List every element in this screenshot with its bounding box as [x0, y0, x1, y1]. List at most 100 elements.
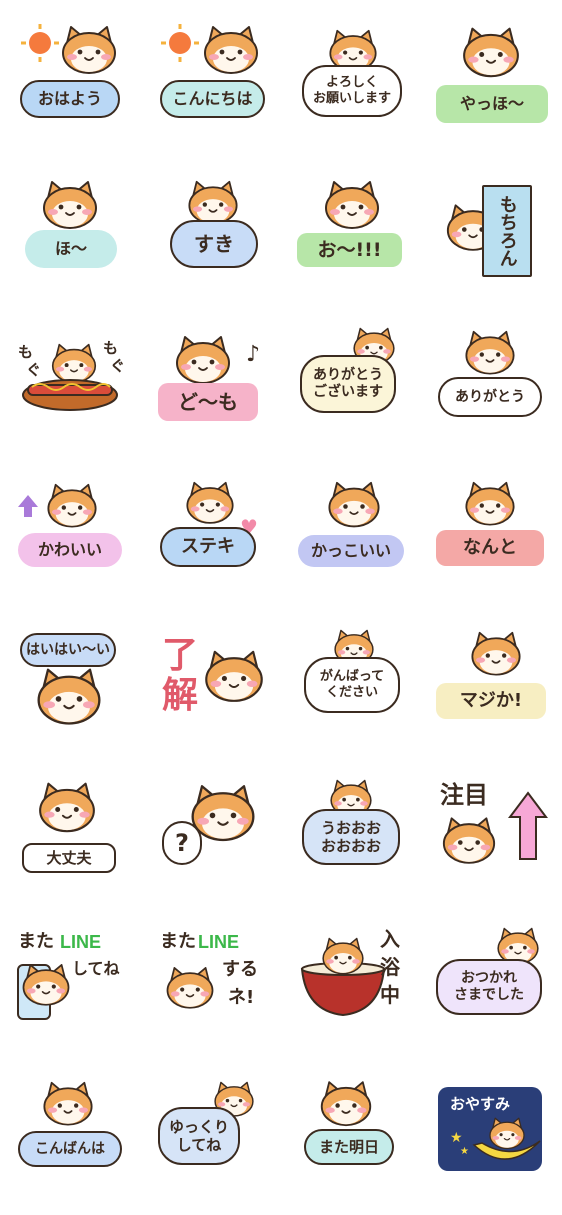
sticker-kawaii[interactable]: かわいい: [0, 465, 140, 615]
ryou-text: 了: [162, 635, 199, 676]
sticker-ryoukai[interactable]: 了 解: [140, 615, 280, 765]
sticker-label: ありがとう ございます: [300, 355, 396, 413]
sticker-mata-line-shitene[interactable]: また LINE してね: [0, 915, 140, 1065]
sticker-yoroshiku[interactable]: よろしく お願いします: [282, 15, 422, 165]
chuumoku-text: 注目: [440, 781, 488, 809]
mogu-text: も: [103, 339, 119, 357]
sticker-konnichiwa[interactable]: こんにちは: [140, 15, 280, 165]
shiba-dog-icon: [460, 330, 520, 380]
sticker-label: なんと: [436, 530, 544, 566]
sticker-label: おやすみ: [450, 1095, 511, 1113]
shiba-dog-icon: [38, 1081, 98, 1131]
sticker-ohayou[interactable]: おはよう: [0, 15, 140, 165]
sticker-label: こんにちは: [160, 80, 265, 118]
sticker-oyasumi[interactable]: おやすみ ★ ★: [422, 1065, 562, 1215]
shiba-dog-icon: [20, 963, 72, 1011]
sticker-label: かっこいい: [298, 535, 404, 567]
sticker-uooo[interactable]: うおおお おおおお: [282, 765, 422, 915]
kai-text: 解: [162, 675, 199, 716]
nyuu-text: 入: [380, 927, 400, 951]
sticker-haihai[interactable]: はいはい〜い: [0, 615, 140, 765]
mogu-text: も: [18, 343, 34, 361]
ne-text: ネ!: [228, 987, 255, 1008]
sticker-label: ステキ: [160, 527, 256, 567]
sticker-label: かわいい: [18, 533, 122, 567]
sticker-label: すき: [170, 220, 258, 268]
sticker-mogumogu[interactable]: も ぐ も ぐ: [0, 315, 140, 465]
shiba-dog-icon: [440, 813, 498, 873]
sticker-chuumoku[interactable]: 注目: [422, 765, 562, 915]
shiba-dog-icon: [58, 25, 120, 80]
mata-text: また: [160, 931, 196, 952]
sticker-yukkuri-shitene[interactable]: ゆっくり してね: [140, 1065, 280, 1215]
suru-text: する: [222, 959, 258, 980]
sun-icon: [21, 24, 59, 62]
shiba-dog-icon: [318, 937, 368, 979]
line-text: LINE: [198, 932, 240, 952]
shiba-dog-icon: [484, 1117, 530, 1153]
shiba-dog-icon: [42, 483, 102, 533]
sticker-label: ほ〜: [25, 230, 117, 268]
sticker-majika[interactable]: マジか!: [422, 615, 562, 765]
mata-text: また: [18, 931, 54, 952]
sticker-arigatou-gozaimasu[interactable]: ありがとう ございます: [282, 315, 422, 465]
sticker-suteki[interactable]: ♥ ステキ: [140, 465, 280, 615]
sticker-hoo[interactable]: ほ〜: [0, 165, 140, 315]
sun-icon: [161, 24, 199, 62]
shiba-dog-icon: [322, 180, 382, 235]
shiba-dog-icon: [34, 667, 104, 732]
sticker-ganbatte[interactable]: がんばって ください: [282, 615, 422, 765]
sticker-label: ど〜も: [158, 383, 258, 421]
sticker-question[interactable]: ?: [140, 765, 280, 915]
sticker-arigatou[interactable]: ありがとう: [422, 315, 562, 465]
sticker-kakkoii[interactable]: かっこいい: [282, 465, 422, 615]
shiba-dog-icon: [324, 481, 384, 533]
shiba-dog-icon: [318, 1079, 374, 1133]
sticker-mata-line-suru-ne[interactable]: また LINE する ネ!: [140, 915, 280, 1065]
sticker-label: おつかれ さまでした: [436, 959, 542, 1015]
shiba-dog-icon: [172, 335, 234, 390]
shiba-dog-icon: [202, 639, 266, 719]
sticker-daijoubu[interactable]: 大丈夫: [0, 765, 140, 915]
sticker-yahho[interactable]: やっほ〜: [422, 15, 562, 165]
sticker-nanto[interactable]: なんと: [422, 465, 562, 615]
arrow-up-icon: [508, 791, 548, 860]
yoku-text: 浴: [380, 955, 400, 979]
sticker-label: 大丈夫: [22, 843, 116, 873]
sticker-suki[interactable]: すき: [140, 165, 280, 315]
sticker-label: マジか!: [436, 683, 546, 719]
shitene-text: してね: [72, 959, 120, 978]
sticker-grid: おはよう こんにちは よろしく お願いします やっほ〜 ほ〜 すき お〜!!! …: [0, 0, 562, 1200]
sticker-label: もちろん: [482, 185, 532, 277]
sticker-label: やっほ〜: [436, 85, 548, 123]
sticker-label: はいはい〜い: [20, 633, 116, 667]
hotdog-icon: [22, 379, 118, 411]
shiba-dog-icon: [40, 180, 100, 235]
sticker-label: よろしく お願いします: [302, 65, 402, 117]
arrow-up-icon: [18, 495, 38, 517]
star-icon: ★: [460, 1146, 469, 1157]
sticker-label: お〜!!!: [297, 233, 402, 267]
sticker-mochiron[interactable]: もちろん: [422, 165, 562, 315]
shiba-dog-icon: [460, 25, 522, 85]
shiba-dog-icon: [200, 25, 262, 80]
line-text: LINE: [60, 932, 102, 952]
shiba-dog-icon: [462, 481, 518, 531]
sticker-label: おはよう: [20, 80, 120, 118]
shiba-dog-icon: [180, 481, 240, 529]
sticker-label: うおおお おおおお: [302, 809, 400, 865]
sticker-mata-ashita[interactable]: また明日: [282, 1065, 422, 1215]
shiba-dog-icon: [164, 959, 216, 1021]
sticker-doomo[interactable]: ♪ ど〜も: [140, 315, 280, 465]
chuu-text: 中: [380, 983, 400, 1007]
sticker-oo[interactable]: お〜!!!: [282, 165, 422, 315]
sticker-otsukaresama[interactable]: おつかれ さまでした: [422, 915, 562, 1065]
sticker-label: こんばんは: [18, 1131, 122, 1167]
star-icon: ★: [450, 1130, 463, 1146]
shiba-dog-icon: [36, 779, 98, 841]
sticker-label: ありがとう: [438, 377, 542, 417]
sticker-konbanwa[interactable]: こんばんは: [0, 1065, 140, 1215]
shiba-dog-icon: [466, 631, 526, 681]
sticker-nyuuyokuchuu[interactable]: 入 浴 中: [282, 915, 422, 1065]
sticker-label: ?: [162, 821, 202, 865]
